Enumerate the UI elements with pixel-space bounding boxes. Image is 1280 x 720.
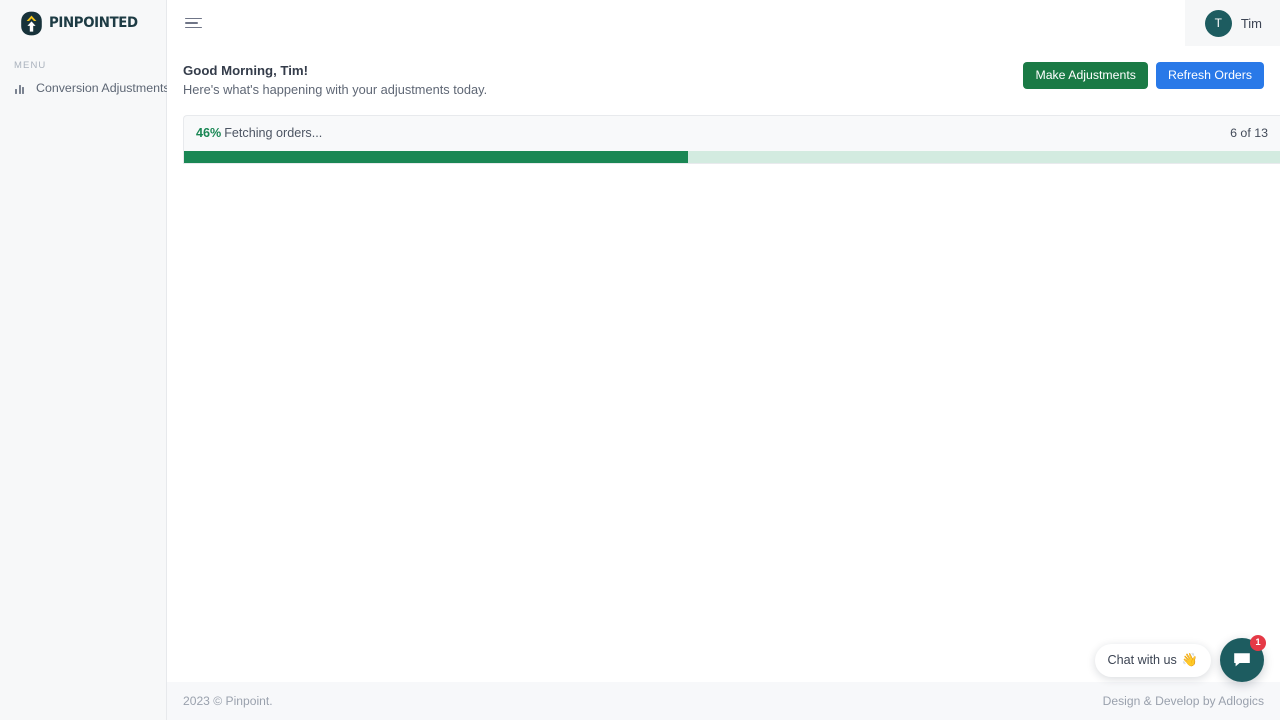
chat-widget: Chat with us 👋 1	[1094, 635, 1266, 682]
chat-unread-badge: 1	[1250, 635, 1266, 651]
content-empty-area	[167, 164, 1280, 682]
progress-track	[184, 150, 1280, 163]
brand-logo[interactable]: PINPOINTED	[0, 0, 166, 46]
footer-credit: Design & Develop by Adlogics	[1102, 694, 1264, 708]
bar-chart-icon	[15, 82, 27, 94]
greeting-row: Good Morning, Tim! Here's what's happeni…	[167, 46, 1280, 100]
hamburger-line	[185, 17, 202, 20]
make-adjustments-button[interactable]: Make Adjustments	[1023, 62, 1148, 90]
page-subtitle: Here's what's happening with your adjust…	[183, 82, 488, 98]
wave-hand-icon: 👋	[1181, 651, 1198, 667]
progress-fill	[184, 150, 689, 163]
page-title: Good Morning, Tim!	[183, 63, 309, 78]
main-area: T Tim Good Morning, Tim! Here's what's h…	[167, 0, 1280, 720]
chat-prompt-bubble[interactable]: Chat with us 👋	[1094, 643, 1211, 677]
avatar: T	[1204, 9, 1232, 37]
sidebar-section-label: MENU	[14, 60, 47, 71]
hamburger-line	[185, 26, 202, 29]
sidebar: PINPOINTED MENU Conversion Adjustments	[0, 0, 170, 720]
progress-status-text: Fetching orders...	[224, 125, 323, 140]
progress-card: 46% Fetching orders... 6 of 13	[183, 114, 1280, 164]
greeting-block: Good Morning, Tim! Here's what's happeni…	[183, 61, 487, 100]
action-buttons: Make Adjustments Refresh Orders	[1023, 61, 1264, 90]
footer-copyright: 2023 © Pinpoint.	[183, 694, 273, 708]
progress-count: 6 of 13	[1230, 125, 1268, 140]
chat-launcher-button[interactable]: 1	[1220, 635, 1266, 682]
hamburger-line	[185, 22, 198, 24]
hamburger-menu-icon[interactable]	[185, 16, 203, 30]
topbar: T Tim	[167, 0, 1280, 46]
footer: 2023 © Pinpoint. Design & Develop by Adl…	[167, 682, 1280, 720]
user-menu[interactable]: T Tim	[1184, 0, 1280, 46]
progress-status-group: 46% Fetching orders...	[196, 126, 322, 140]
brand-wordmark: PINPOINTED	[49, 15, 138, 31]
sidebar-item-conversion-adjustments[interactable]: Conversion Adjustments	[0, 75, 170, 101]
progress-header: 46% Fetching orders... 6 of 13	[184, 116, 1280, 151]
user-name: Tim	[1240, 15, 1262, 31]
app-root: PINPOINTED MENU Conversion Adjustments T…	[0, 0, 1280, 720]
progress-percent: 46%	[196, 125, 222, 140]
chat-bubble-icon	[1234, 653, 1250, 667]
pin-arrow-logo-icon	[20, 11, 43, 36]
chat-prompt-text: Chat with us	[1107, 652, 1177, 667]
refresh-orders-button[interactable]: Refresh Orders	[1155, 62, 1264, 90]
sidebar-item-label: Conversion Adjustments	[36, 81, 170, 95]
